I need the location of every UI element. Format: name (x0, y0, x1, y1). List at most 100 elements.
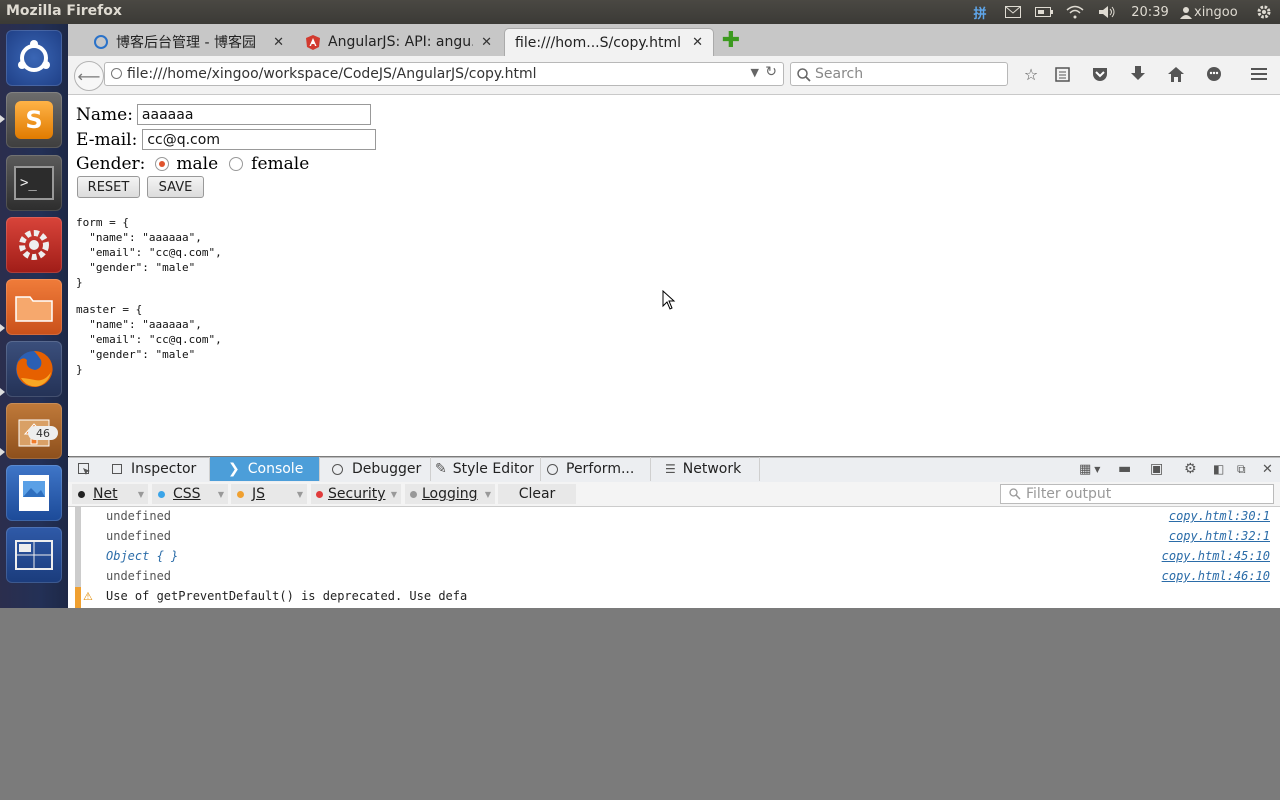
name-label: Name: (76, 104, 133, 125)
firefox-icon[interactable] (6, 341, 62, 397)
save-button[interactable]: SAVE (147, 176, 204, 198)
console-source-link[interactable]: copy.html:46:10 (1162, 569, 1270, 583)
gender-female-radio[interactable] (229, 157, 244, 171)
filter-label: Net (93, 486, 118, 502)
reset-button[interactable]: RESET (77, 176, 140, 198)
devtools-tab-label: Debugger (352, 461, 422, 477)
chevron-down-icon[interactable]: ▼ (485, 490, 491, 499)
close-tab-icon[interactable]: ✕ (273, 35, 284, 50)
terminal-icon[interactable]: >_ (6, 155, 62, 211)
close-tab-icon[interactable]: ✕ (692, 35, 703, 50)
devtools-tab-inspector[interactable]: Inspector (104, 457, 210, 481)
debugger-icon (332, 463, 343, 475)
tab-copy-html[interactable]: file:///hom...S/copy.html ✕ (504, 28, 714, 56)
gender-row: Gender: male female (76, 154, 309, 174)
input-method-icon[interactable]: 拼 (970, 0, 990, 24)
filter-logging-button[interactable]: Logging ▼ (405, 484, 495, 504)
console-row-object[interactable]: Object { } (106, 549, 178, 563)
pocket-icon[interactable] (1089, 63, 1111, 85)
dash-icon[interactable] (6, 30, 62, 86)
workspace-switcher-icon[interactable] (6, 527, 62, 583)
tab-angularjs-api[interactable]: AngularJS: API: angu... ✕ (296, 28, 502, 56)
sublime-text-icon[interactable]: S (6, 92, 62, 148)
running-indicator (0, 324, 5, 332)
power-gear-icon[interactable] (1253, 0, 1275, 24)
site-info-icon[interactable] (111, 68, 122, 79)
mail-icon[interactable] (1002, 0, 1024, 24)
close-devtools-icon[interactable]: ✕ (1262, 461, 1276, 477)
devtools-settings-gear-icon[interactable]: ⚙ (1184, 461, 1200, 477)
blog-favicon-icon (94, 35, 108, 49)
console-source-link[interactable]: copy.html:30:1 (1169, 509, 1270, 523)
clock[interactable]: 20:39 (1128, 0, 1172, 24)
filter-security-button[interactable]: Security ▼ (311, 484, 401, 504)
chevron-down-icon[interactable]: ▼ (391, 490, 397, 499)
battery-icon[interactable] (1033, 0, 1055, 24)
gender-male-radio[interactable] (155, 157, 170, 171)
dock-side-icon[interactable]: ◧ (1213, 461, 1227, 477)
responsive-view-icon[interactable]: ▣ (1150, 461, 1166, 477)
desktop-background (0, 608, 1280, 800)
home-icon[interactable] (1165, 63, 1187, 85)
volume-icon[interactable] (1096, 0, 1118, 24)
filter-css-button[interactable]: CSS ▼ (152, 484, 228, 504)
filter-output-input[interactable]: Filter output (1000, 484, 1274, 504)
reload-icon[interactable]: ↻ (765, 64, 777, 80)
chevron-down-icon[interactable]: ▼ (138, 490, 144, 499)
menu-icon[interactable] (1248, 63, 1270, 85)
bookmark-star-icon[interactable]: ☆ (1020, 63, 1042, 85)
mouse-cursor-icon (662, 290, 676, 310)
console-source-link[interactable]: copy.html:32:1 (1169, 529, 1270, 543)
filter-label: JS (252, 486, 266, 502)
updater-badge: 46 (28, 426, 58, 440)
url-dropdown-icon[interactable]: ▼ (751, 66, 759, 79)
gender-female-label: female (251, 154, 310, 174)
app-title: Mozilla Firefox (6, 3, 122, 19)
back-button[interactable]: ⟵ (74, 61, 104, 91)
devtools-tab-performance[interactable]: Perform... (541, 457, 651, 481)
url-bar[interactable]: file:///home/xingoo/workspace/CodeJS/Ang… (104, 62, 784, 86)
devtools-tab-console[interactable]: ❯ Console (210, 457, 320, 481)
warning-icon: ⚠ (83, 590, 93, 603)
url-text: file:///home/xingoo/workspace/CodeJS/Ang… (127, 66, 537, 82)
console-chevron-icon: ❯ (228, 461, 240, 477)
undock-icon[interactable]: ⧉ (1237, 461, 1251, 477)
console-source-link[interactable]: copy.html:45:10 (1162, 549, 1270, 563)
search-input[interactable]: Search (790, 62, 1008, 86)
new-tab-icon[interactable]: ✚ (722, 28, 740, 53)
top-panel: Mozilla Firefox 拼 20:39 xingoo (0, 0, 1280, 24)
bookmarks-list-icon[interactable] (1051, 63, 1073, 85)
console-row: undefined (106, 569, 172, 583)
system-settings-icon[interactable] (6, 217, 62, 273)
chevron-down-icon[interactable]: ▼ (218, 490, 224, 499)
console-row: undefined (106, 529, 172, 543)
console-object[interactable]: Object { } (106, 549, 178, 563)
devtools-tab-label: Console (247, 461, 304, 477)
clear-button[interactable]: Clear (498, 484, 576, 504)
devtools-tab-network[interactable]: ☰ Network (651, 457, 760, 481)
downloads-icon[interactable] (1127, 63, 1149, 85)
name-input[interactable]: aaaaaa (136, 104, 371, 125)
user-name[interactable]: xingoo (1194, 0, 1246, 24)
devtools-tab-debugger[interactable]: Debugger (322, 457, 431, 481)
split-console-icon[interactable]: ▦ ▼ (1079, 461, 1107, 477)
gender-label: Gender: (76, 154, 146, 174)
hello-chat-icon[interactable] (1203, 63, 1225, 85)
element-picker-icon[interactable] (74, 460, 94, 478)
dock-bottom-icon[interactable]: ▬ (1118, 461, 1134, 477)
warning-marker (75, 587, 81, 608)
devtools-tab-label: Network (682, 461, 742, 477)
close-tab-icon[interactable]: ✕ (481, 35, 492, 50)
launcher: S >_ 46 (0, 24, 69, 608)
image-viewer-icon[interactable] (6, 465, 62, 521)
form-dump: form = { "name": "aaaaaa", "email": "cc@… (76, 216, 222, 289)
tab-blog-admin[interactable]: 博客后台管理 - 博客园 ✕ (84, 28, 294, 56)
filter-js-button[interactable]: JS ▼ (231, 484, 307, 504)
filter-net-button[interactable]: Net ▼ (72, 484, 148, 504)
chevron-down-icon[interactable]: ▼ (297, 490, 303, 499)
css-dot-icon (158, 490, 165, 498)
files-icon[interactable] (6, 279, 62, 335)
devtools-tab-style-editor[interactable]: ✎ Style Editor (431, 457, 541, 481)
wifi-icon[interactable] (1064, 0, 1086, 24)
email-input[interactable]: cc@q.com (142, 129, 377, 150)
